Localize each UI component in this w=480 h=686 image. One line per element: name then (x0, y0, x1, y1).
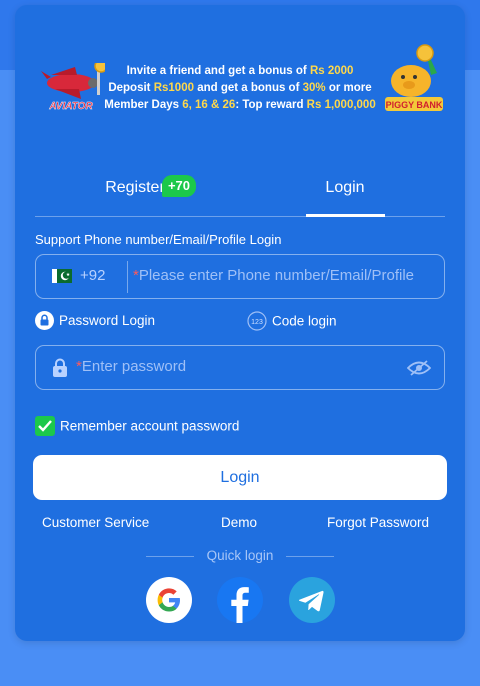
telegram-login-button[interactable] (289, 577, 335, 623)
promo-banner[interactable]: AVIATOR Invite a friend and get a bonus … (15, 43, 465, 123)
eye-hidden-icon[interactable] (407, 359, 431, 377)
lock-circle-icon (35, 311, 54, 330)
pakistan-flag-icon[interactable] (52, 269, 72, 283)
facebook-icon (231, 587, 249, 623)
tab-login[interactable]: Login (285, 179, 405, 197)
phone-field-label: Support Phone number/Email/Profile Login (35, 232, 282, 247)
login-card: AVIATOR Invite a friend and get a bonus … (15, 5, 465, 641)
input-divider (127, 261, 128, 293)
register-bonus-badge: +70 (162, 175, 196, 197)
piggy-bank-icon: PIGGY BANK (385, 44, 443, 111)
google-icon (157, 588, 180, 612)
phone-placeholder: *Please enter Phone number/Email/Profile (133, 267, 414, 284)
active-tab-indicator (306, 214, 385, 217)
code-login-option[interactable]: 123 Code login (247, 311, 337, 331)
tab-register[interactable]: Register +70 (75, 175, 196, 197)
lock-icon (53, 358, 67, 377)
forgot-password-link[interactable]: Forgot Password (327, 515, 429, 530)
customer-service-link[interactable]: Customer Service (42, 515, 149, 530)
quick-login-label: Quick login (206, 548, 274, 563)
facebook-login-button[interactable] (217, 577, 263, 623)
phone-email-input[interactable]: +92 *Please enter Phone number/Email/Pro… (35, 254, 445, 299)
remember-password-checkbox[interactable]: Remember account password (35, 416, 239, 436)
quick-login-divider-right (286, 556, 334, 557)
piggy-text: PIGGY BANK (386, 100, 443, 110)
google-login-button[interactable] (146, 577, 192, 623)
svg-text:123: 123 (251, 319, 263, 326)
country-code[interactable]: +92 (80, 267, 105, 284)
demo-link[interactable]: Demo (221, 515, 257, 530)
password-input[interactable]: *Enter password (35, 345, 445, 390)
password-placeholder: *Enter password (76, 358, 187, 375)
code-123-icon: 123 (247, 311, 267, 331)
telegram-icon (299, 590, 324, 612)
login-button[interactable]: Login (33, 455, 447, 500)
password-login-option[interactable]: Password Login (35, 311, 155, 330)
checkbox-checked-icon[interactable] (35, 416, 55, 436)
auth-tabs: Register +70 Login (35, 165, 445, 217)
